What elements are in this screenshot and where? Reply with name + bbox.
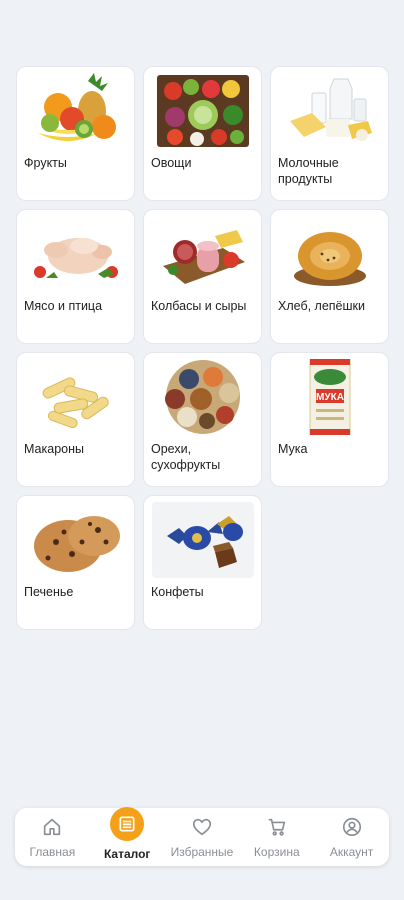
category-label: Орехи, сухофрукты bbox=[151, 442, 221, 472]
catalog-icon bbox=[110, 807, 145, 841]
category-card-dairy[interactable]: Молочные продукты bbox=[270, 66, 389, 201]
category-label: Конфеты bbox=[151, 585, 204, 599]
cookies-image bbox=[25, 502, 127, 578]
nav-item-home[interactable]: Главная bbox=[16, 815, 88, 859]
category-label: Печенье bbox=[24, 585, 74, 599]
nuts-image bbox=[152, 359, 254, 435]
category-label: Фрукты bbox=[24, 156, 67, 170]
category-label: Мука bbox=[278, 442, 308, 456]
category-label: Овощи bbox=[151, 156, 192, 170]
nav-item-account[interactable]: Аккаунт bbox=[316, 815, 388, 859]
category-label: Макароны bbox=[24, 442, 84, 456]
category-label: Мясо и птица bbox=[24, 299, 103, 313]
cart-icon bbox=[265, 815, 289, 839]
account-icon bbox=[340, 815, 364, 839]
nav-item-cart[interactable]: Корзина bbox=[241, 815, 313, 859]
category-card-vegetables[interactable]: Овощи bbox=[143, 66, 262, 201]
heart-icon bbox=[190, 815, 214, 839]
fruits-image bbox=[25, 73, 127, 149]
nav-label: Корзина bbox=[253, 845, 300, 859]
category-card-sausage[interactable]: Колбасы и сыры bbox=[143, 209, 262, 344]
vegetables-image bbox=[152, 73, 254, 149]
flour-package-text: МУКА bbox=[316, 392, 344, 403]
dairy-image bbox=[279, 73, 381, 149]
flour-image: МУКА bbox=[279, 359, 381, 435]
nav-label: Избранные bbox=[170, 845, 234, 859]
candy-image bbox=[152, 502, 254, 578]
category-card-flour[interactable]: МУКА Мука bbox=[270, 352, 389, 487]
pasta-image bbox=[25, 359, 127, 435]
category-card-cookies[interactable]: Печенье bbox=[16, 495, 135, 630]
category-card-candy[interactable]: Конфеты bbox=[143, 495, 262, 630]
nav-item-favorites[interactable]: Избранные bbox=[166, 815, 238, 859]
category-grid: Фрукты Овощи Молочные продукты Мясо и пт… bbox=[16, 66, 389, 630]
sausage-cheese-image bbox=[152, 216, 254, 292]
nav-item-catalog[interactable]: Каталог bbox=[91, 807, 163, 861]
category-label: Хлеб, лепёшки bbox=[278, 299, 365, 313]
category-card-meat[interactable]: Мясо и птица bbox=[16, 209, 135, 344]
category-card-nuts[interactable]: Орехи, сухофрукты bbox=[143, 352, 262, 487]
category-label: Молочные продукты bbox=[278, 156, 339, 186]
bottom-navigation: Главная Каталог Избранные Корзина Аккаун… bbox=[15, 807, 389, 866]
category-label: Колбасы и сыры bbox=[151, 299, 247, 313]
nav-label: Главная bbox=[29, 845, 76, 859]
category-card-fruits[interactable]: Фрукты bbox=[16, 66, 135, 201]
category-card-bread[interactable]: Хлеб, лепёшки bbox=[270, 209, 389, 344]
home-icon bbox=[40, 815, 64, 839]
nav-label: Аккаунт bbox=[329, 845, 374, 859]
nav-label: Каталог bbox=[103, 847, 151, 861]
bread-image bbox=[279, 216, 381, 292]
category-card-pasta[interactable]: Макароны bbox=[16, 352, 135, 487]
meat-poultry-image bbox=[25, 216, 127, 292]
